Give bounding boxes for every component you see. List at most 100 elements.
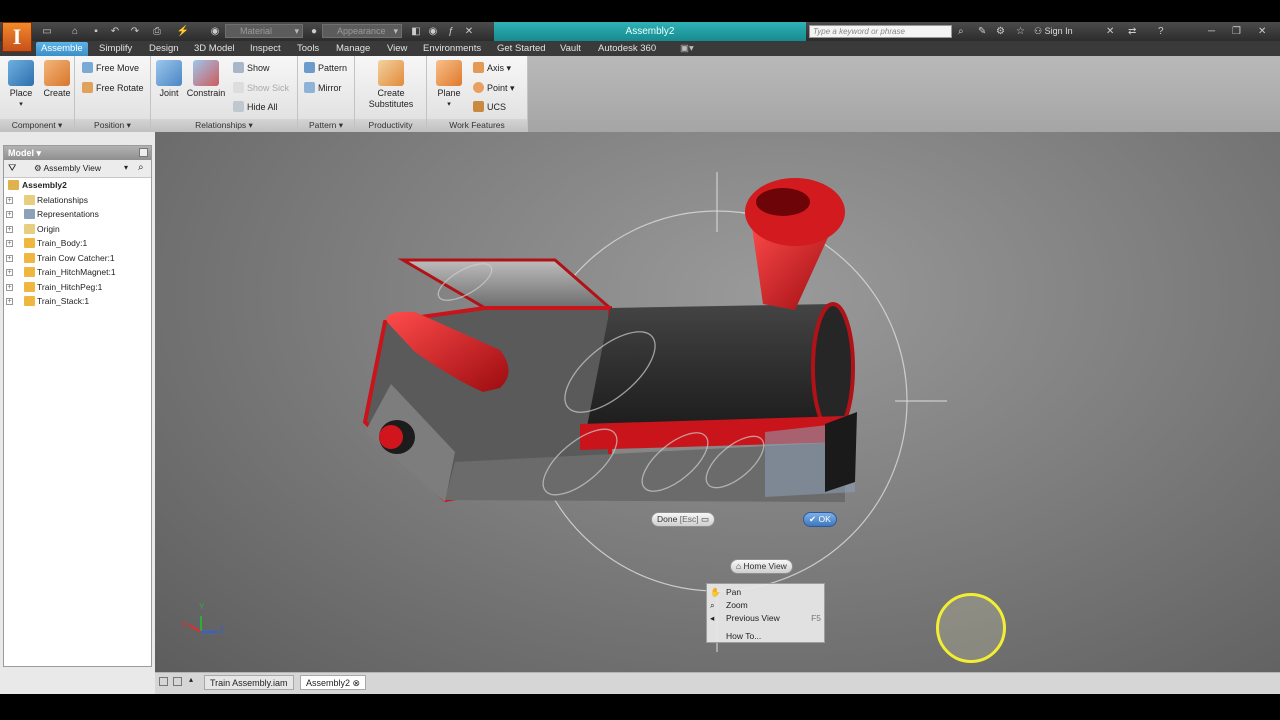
hide-all-button[interactable]: Hide All bbox=[233, 101, 278, 113]
document-tab-assembly2[interactable]: Assembly2 ⊗ bbox=[300, 675, 367, 690]
done-menu-icon[interactable]: ▭ bbox=[701, 514, 709, 524]
tab-inspect[interactable]: Inspect bbox=[245, 42, 286, 56]
zoom-glass-icon: ⌕ bbox=[710, 600, 715, 610]
assembly-icon bbox=[8, 180, 19, 190]
free-move-button[interactable]: Free Move bbox=[82, 62, 139, 74]
tree-item-part[interactable]: + Train_HitchMagnet:1 bbox=[4, 265, 151, 280]
work-features-panel-label: Work Features bbox=[427, 119, 527, 132]
tab-assemble[interactable]: Assemble bbox=[36, 42, 88, 56]
clear-appearance-icon[interactable]: ◧ bbox=[409, 25, 423, 38]
tab-autodesk-360[interactable]: Autodesk 360 bbox=[593, 42, 661, 56]
tab-design[interactable]: Design bbox=[144, 42, 184, 56]
home-view-button[interactable]: ⌂ Home View bbox=[730, 559, 793, 574]
menu-item-how-to[interactable]: How To... bbox=[726, 631, 761, 641]
tile-icon[interactable] bbox=[159, 677, 168, 686]
tab-tools[interactable]: Tools bbox=[292, 42, 324, 56]
measure-icon[interactable]: ✕ bbox=[462, 25, 476, 38]
find-binoculars-icon[interactable]: ⌕ bbox=[138, 162, 144, 173]
pattern-panel-label[interactable]: Pattern ▾ bbox=[298, 119, 354, 132]
tree-item-origin[interactable]: + Origin bbox=[4, 222, 151, 237]
assembly-view-select[interactable]: ⚙ Assembly View bbox=[34, 163, 101, 174]
model-browser-header[interactable]: Model ▾ bbox=[4, 146, 151, 160]
ribbon-options-icon[interactable]: ▣▾ bbox=[675, 42, 699, 56]
show-sick-button[interactable]: Show Sick bbox=[233, 82, 289, 94]
tree-item-part[interactable]: + Train_Body:1 bbox=[4, 236, 151, 251]
sign-in-button[interactable]: ⚇ Sign In bbox=[1034, 25, 1073, 38]
show-sick-icon bbox=[233, 82, 244, 93]
binoculars-icon[interactable]: ⌕ bbox=[958, 25, 964, 38]
relationships-panel-label[interactable]: Relationships ▾ bbox=[151, 119, 297, 132]
menu-item-previous-view[interactable]: ◂ Previous View F5 bbox=[710, 613, 821, 623]
ok-button[interactable]: ✔ OK bbox=[803, 512, 837, 527]
tab-vault[interactable]: Vault bbox=[555, 42, 586, 56]
plane-icon bbox=[436, 60, 462, 86]
show-button[interactable]: Show bbox=[233, 62, 270, 74]
filter-icon[interactable]: ⛛ bbox=[8, 163, 16, 174]
joint-button[interactable]: Joint bbox=[153, 60, 185, 98]
cascade-icon[interactable] bbox=[173, 677, 182, 686]
select-icon[interactable]: ◉ bbox=[208, 25, 222, 38]
tab-environments[interactable]: Environments bbox=[418, 42, 486, 56]
save-icon[interactable]: ▪ bbox=[89, 25, 103, 38]
tab-list-icon[interactable]: ▴ bbox=[189, 675, 193, 684]
close-icon[interactable]: ✕ bbox=[1258, 25, 1266, 38]
tree-item-representations[interactable]: + Representations bbox=[4, 207, 151, 222]
menu-item-zoom[interactable]: ⌕ Zoom bbox=[710, 600, 748, 610]
point-button[interactable]: Point ▾ bbox=[473, 82, 515, 94]
tree-item-part[interactable]: + Train_HitchPeg:1 bbox=[4, 280, 151, 295]
appearance-dropdown[interactable]: Appearance bbox=[322, 24, 402, 38]
adjust-icon[interactable]: ◉ bbox=[426, 25, 440, 38]
exchange-icon[interactable]: ✕ bbox=[1106, 25, 1114, 38]
plane-button[interactable]: Plane ▾ bbox=[431, 60, 467, 108]
tab-view[interactable]: View bbox=[382, 42, 412, 56]
tab-manage[interactable]: Manage bbox=[331, 42, 375, 56]
parameters-icon[interactable]: ƒ bbox=[444, 25, 458, 38]
tab-3d-model[interactable]: 3D Model bbox=[189, 42, 240, 56]
tree-item-part[interactable]: + Train Cow Catcher:1 bbox=[4, 251, 151, 266]
tree-root-assembly[interactable]: Assembly2 bbox=[4, 178, 151, 193]
tree-item-relationships[interactable]: + Relationships bbox=[4, 193, 151, 208]
axis-button[interactable]: Axis ▾ bbox=[473, 62, 511, 74]
tab-simplify[interactable]: Simplify bbox=[94, 42, 137, 56]
search-input[interactable]: Type a keyword or phrase bbox=[809, 25, 952, 38]
open-icon[interactable]: ⌂ bbox=[68, 25, 82, 38]
position-panel-label[interactable]: Position ▾ bbox=[75, 119, 150, 132]
redo-icon[interactable]: ↷ bbox=[128, 25, 142, 38]
mirror-button[interactable]: Mirror bbox=[304, 82, 342, 94]
document-tab-train-assembly[interactable]: Train Assembly.iam bbox=[204, 675, 294, 690]
tab-get-started[interactable]: Get Started bbox=[492, 42, 551, 56]
component-panel-label[interactable]: Component ▾ bbox=[0, 119, 74, 132]
print-icon[interactable]: ⎙ bbox=[150, 25, 164, 38]
menu-item-pan[interactable]: ✋ Pan bbox=[710, 587, 741, 597]
tree-item-part[interactable]: + Train_Stack:1 bbox=[4, 294, 151, 309]
close-tab-icon[interactable]: ⊗ bbox=[353, 678, 361, 688]
free-rotate-button[interactable]: Free Rotate bbox=[82, 82, 144, 94]
done-button[interactable]: Done [Esc] ▭ bbox=[651, 512, 716, 527]
model-browser-toolbar: ⛛ ⚙ Assembly View ▾ ⌕ bbox=[4, 160, 151, 178]
inventor-logo-icon[interactable]: I bbox=[2, 22, 32, 52]
help-icon[interactable]: ? bbox=[1158, 25, 1164, 38]
view-select-arrow-icon[interactable]: ▾ bbox=[124, 163, 128, 172]
subscription-icon[interactable]: ⚙ bbox=[996, 25, 1005, 38]
appearance-icon[interactable]: ● bbox=[307, 25, 321, 38]
favorites-icon[interactable]: ☆ bbox=[1016, 25, 1025, 38]
material-dropdown[interactable]: Material bbox=[225, 24, 303, 38]
browser-toggle-icon[interactable] bbox=[139, 148, 148, 157]
folder-icon bbox=[24, 194, 35, 205]
update-icon[interactable]: ⚡ bbox=[176, 25, 190, 38]
ribbon: Place ▾ Create Component ▾ Free Move Free… bbox=[0, 56, 528, 132]
create-substitutes-button[interactable]: Create Substitutes bbox=[361, 60, 421, 110]
constrain-button[interactable]: Constrain bbox=[185, 60, 227, 98]
productivity-panel-label: Productivity bbox=[355, 119, 426, 132]
restore-icon[interactable]: ❐ bbox=[1232, 25, 1241, 38]
new-icon[interactable]: ▭ bbox=[40, 25, 54, 38]
undo-icon[interactable]: ↶ bbox=[108, 25, 122, 38]
create-button[interactable]: Create bbox=[40, 60, 74, 98]
place-button[interactable]: Place ▾ bbox=[4, 60, 38, 108]
ucs-button[interactable]: UCS bbox=[473, 101, 506, 113]
minimize-icon[interactable]: ─ bbox=[1208, 25, 1215, 38]
pattern-button[interactable]: Pattern bbox=[304, 62, 347, 74]
stay-connected-icon[interactable]: ⇄ bbox=[1128, 25, 1136, 38]
place-icon bbox=[8, 60, 34, 86]
tools-icon[interactable]: ✎ bbox=[978, 25, 986, 38]
